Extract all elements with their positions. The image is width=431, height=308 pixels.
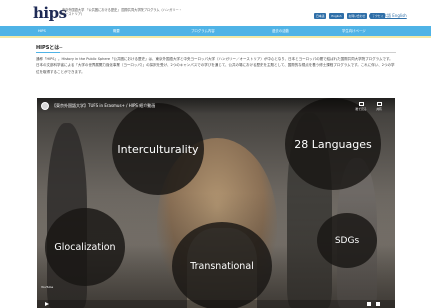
bubble-transnational: Transnational (172, 222, 272, 308)
nav-item-hips[interactable]: HIPS (38, 26, 46, 36)
video-title[interactable]: 【東京外国語大学】TUFS in Erasmus+ / HIPS 紹介動画 (52, 103, 155, 109)
globe-icon (369, 13, 375, 19)
header-button-contact[interactable]: お問い合わせ (346, 13, 368, 19)
header-button-japanese[interactable]: 日本語 (314, 13, 327, 19)
nav-accent-bar (0, 36, 431, 38)
share-label: 共有 (376, 107, 382, 111)
play-icon[interactable] (45, 302, 49, 306)
channel-avatar-icon[interactable] (41, 102, 49, 110)
clock-icon (358, 102, 364, 106)
header-button-english[interactable]: English (329, 13, 344, 19)
main-nav: HIPS 概要 プログラム内容 過去の活動 学生向けページ (0, 26, 431, 36)
bubble-glocalization: Glocalization (45, 208, 125, 286)
title-divider-accent (36, 52, 60, 53)
watch-later-label: 後で見る (355, 107, 367, 111)
nav-item-program[interactable]: プログラム内容 (191, 26, 215, 36)
bubble-sdgs: SDGs (317, 213, 377, 268)
section-title: HIPSとは─ (36, 45, 63, 51)
video-controls (37, 300, 395, 308)
share-icon (376, 102, 382, 106)
nav-item-activities[interactable]: 過去の活動 (272, 26, 289, 36)
bubble-interculturality: Interculturality (112, 103, 204, 195)
fullscreen-icon[interactable] (376, 302, 380, 306)
watch-later-button[interactable]: 後で見る (355, 102, 367, 111)
video-player[interactable]: Interculturality 28 Languages Glocalizat… (37, 98, 395, 308)
video-title-bar: 【東京外国語大学】TUFS in Erasmus+ / HIPS 紹介動画 後で… (37, 98, 395, 114)
nav-item-overview[interactable]: 概要 (113, 26, 120, 36)
language-link[interactable]: 日本語 English (379, 13, 407, 19)
site-tagline: 東京外国語大学 「公共圏における歴史」 国際共同大学院プログラム（ハンガリー・オ… (62, 8, 182, 17)
language-switcher: 日本語 English (369, 13, 407, 19)
title-divider (36, 52, 396, 53)
youtube-watermark[interactable]: YouTube (41, 285, 53, 289)
site-header: hips 東京外国語大学 「公共圏における歴史」 国際共同大学院プログラム（ハン… (0, 0, 431, 24)
video-control-icons (367, 302, 380, 306)
share-button[interactable]: 共有 (373, 102, 385, 111)
about-paragraph: 通称「HIPS」。History in the Public Sphere「公共… (36, 57, 395, 74)
nav-item-students[interactable]: 学生向けページ (342, 26, 366, 36)
settings-icon[interactable] (367, 302, 371, 306)
